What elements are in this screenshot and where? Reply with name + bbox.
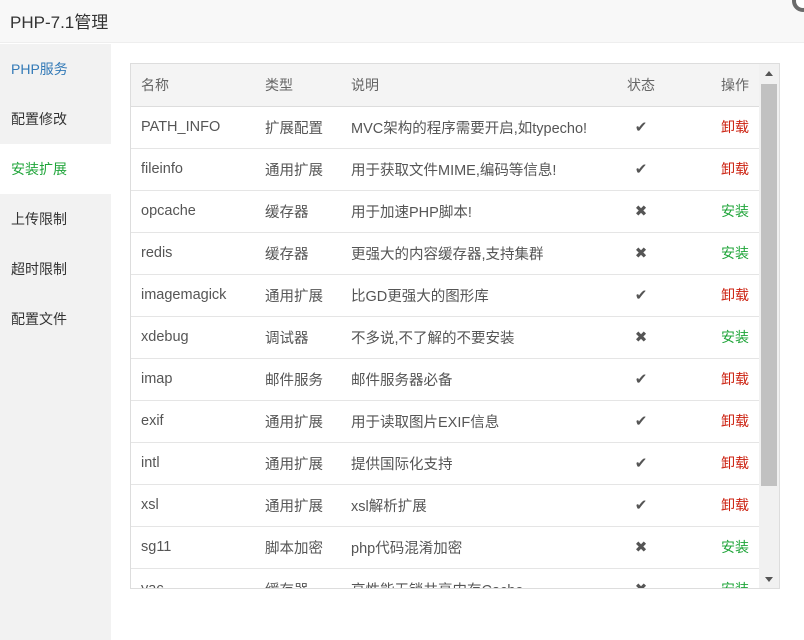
cell-name: xdebug bbox=[131, 316, 255, 359]
cell-name: fileinfo bbox=[131, 148, 255, 191]
table-row: sg11 脚本加密 php代码混淆加密 ✖ 安装 bbox=[131, 526, 759, 569]
cell-name: sg11 bbox=[131, 526, 255, 569]
check-icon: ✔ bbox=[634, 455, 648, 472]
dialog-title: PHP-7.1管理 bbox=[10, 13, 109, 32]
cell-type: 邮件服务 bbox=[255, 358, 341, 401]
scroll-thumb[interactable] bbox=[761, 84, 777, 486]
install-link[interactable]: 安装 bbox=[721, 581, 749, 588]
cross-icon: ✖ bbox=[635, 581, 648, 588]
scroll-down-icon[interactable] bbox=[759, 570, 779, 588]
cell-desc: 不多说,不了解的不要安装 bbox=[341, 316, 613, 359]
scroll-up-icon[interactable] bbox=[759, 64, 779, 84]
cell-type: 通用扩展 bbox=[255, 400, 341, 443]
cell-desc: 比GD更强大的图形库 bbox=[341, 274, 613, 317]
cell-name: redis bbox=[131, 232, 255, 275]
cell-name: xsl bbox=[131, 484, 255, 527]
check-icon: ✔ bbox=[634, 287, 648, 304]
sidebar-item-php-service[interactable]: PHP服务 bbox=[0, 44, 111, 94]
cell-type: 缓存器 bbox=[255, 190, 341, 233]
cell-desc: 邮件服务器必备 bbox=[341, 358, 613, 401]
table-row: xdebug 调试器 不多说,不了解的不要安装 ✖ 安装 bbox=[131, 316, 759, 359]
cell-type: 通用扩展 bbox=[255, 274, 341, 317]
sidebar-item-upload-limit[interactable]: 上传限制 bbox=[0, 194, 111, 244]
cell-desc: xsl解析扩展 bbox=[341, 484, 613, 527]
header-desc: 说明 bbox=[341, 64, 613, 107]
uninstall-link[interactable]: 卸载 bbox=[721, 413, 749, 429]
install-link[interactable]: 安装 bbox=[721, 329, 749, 345]
table-row: fileinfo 通用扩展 用于获取文件MIME,编码等信息! ✔ 卸载 bbox=[131, 148, 759, 191]
extensions-table-container: 名称 类型 说明 状态 操作 PATH_INFO 扩展配置 MVC架构的程序需要开启… bbox=[130, 63, 780, 589]
cell-name: intl bbox=[131, 442, 255, 485]
sidebar-item-install-extensions[interactable]: 安装扩展 bbox=[0, 144, 111, 194]
main-panel: 名称 类型 说明 状态 操作 PATH_INFO 扩展配置 MVC架构的程序需要开启… bbox=[111, 44, 804, 640]
cell-desc: 高性能无锁共享内存Cache bbox=[341, 568, 613, 588]
vertical-scrollbar[interactable] bbox=[759, 64, 779, 588]
install-link[interactable]: 安装 bbox=[721, 203, 749, 219]
cell-type: 通用扩展 bbox=[255, 484, 341, 527]
sidebar-item-config-file[interactable]: 配置文件 bbox=[0, 294, 111, 344]
uninstall-link[interactable]: 卸载 bbox=[721, 287, 749, 303]
cell-desc: 用于获取文件MIME,编码等信息! bbox=[341, 148, 613, 191]
cross-icon: ✖ bbox=[634, 329, 648, 346]
check-icon: ✔ bbox=[634, 413, 648, 430]
sidebar-item-config-edit[interactable]: 配置修改 bbox=[0, 94, 111, 144]
uninstall-link[interactable]: 卸载 bbox=[721, 161, 749, 177]
header-op: 操作 bbox=[669, 64, 759, 107]
cross-icon: ✖ bbox=[634, 203, 648, 220]
cross-icon: ✖ bbox=[634, 245, 648, 262]
cell-type: 通用扩展 bbox=[255, 148, 341, 191]
uninstall-link[interactable]: 卸载 bbox=[721, 119, 749, 135]
cell-name: yac bbox=[131, 568, 255, 588]
extensions-table-body: PATH_INFO 扩展配置 MVC架构的程序需要开启,如typecho! ✔ 卸载 fi… bbox=[131, 106, 759, 588]
cell-type: 脚本加密 bbox=[255, 526, 341, 569]
cell-name: imagemagick bbox=[131, 274, 255, 317]
cell-name: opcache bbox=[131, 190, 255, 233]
cell-desc: 用于加速PHP脚本! bbox=[341, 190, 613, 233]
table-header-row: 名称 类型 说明 状态 操作 bbox=[131, 64, 759, 107]
extensions-table: 名称 类型 说明 状态 操作 PATH_INFO 扩展配置 MVC架构的程序需要开启… bbox=[131, 64, 759, 588]
install-link[interactable]: 安装 bbox=[721, 245, 749, 261]
table-row: exif 通用扩展 用于读取图片EXIF信息 ✔ 卸载 bbox=[131, 400, 759, 443]
cell-desc: php代码混淆加密 bbox=[341, 526, 613, 569]
header-type: 类型 bbox=[255, 64, 341, 107]
cell-type: 调试器 bbox=[255, 316, 341, 359]
header-name: 名称 bbox=[131, 64, 255, 107]
cell-name: PATH_INFO bbox=[131, 106, 255, 149]
table-row: imagemagick 通用扩展 比GD更强大的图形库 ✔ 卸载 bbox=[131, 274, 759, 317]
cell-desc: 提供国际化支持 bbox=[341, 442, 613, 485]
check-icon: ✔ bbox=[634, 497, 648, 514]
cell-desc: 用于读取图片EXIF信息 bbox=[341, 400, 613, 443]
header-status: 状态 bbox=[613, 64, 669, 107]
check-icon: ✔ bbox=[634, 371, 648, 388]
table-row: yac缓存器高性能无锁共享内存Cache ✖ 安装 bbox=[131, 568, 759, 588]
sidebar-item-timeout-limit[interactable]: 超时限制 bbox=[0, 244, 111, 294]
cell-type: 缓存器 bbox=[255, 568, 341, 588]
uninstall-link[interactable]: 卸载 bbox=[721, 455, 749, 471]
cell-name: exif bbox=[131, 400, 255, 443]
cell-desc: MVC架构的程序需要开启,如typecho! bbox=[341, 106, 613, 149]
php-manage-dialog: PHP-7.1管理 PHP服务 配置修改 安装扩展 上传限制 超时限制 配置文件… bbox=[0, 0, 804, 640]
check-icon: ✔ bbox=[634, 161, 648, 178]
cross-icon: ✖ bbox=[634, 539, 648, 556]
sidebar-menu: PHP服务 配置修改 安装扩展 上传限制 超时限制 配置文件 bbox=[0, 44, 111, 640]
table-row: intl 通用扩展 提供国际化支持 ✔ 卸载 bbox=[131, 442, 759, 485]
table-row: opcache 缓存器 用于加速PHP脚本! ✖ 安装 bbox=[131, 190, 759, 233]
table-row: xsl 通用扩展 xsl解析扩展 ✔ 卸载 bbox=[131, 484, 759, 527]
table-row: imap 邮件服务 邮件服务器必备 ✔ 卸载 bbox=[131, 358, 759, 401]
cell-name: imap bbox=[131, 358, 255, 401]
table-row: PATH_INFO 扩展配置 MVC架构的程序需要开启,如typecho! ✔ 卸载 bbox=[131, 106, 759, 149]
cell-type: 扩展配置 bbox=[255, 106, 341, 149]
uninstall-link[interactable]: 卸载 bbox=[721, 497, 749, 513]
install-link[interactable]: 安装 bbox=[721, 539, 749, 555]
check-icon: ✔ bbox=[634, 119, 648, 136]
cell-type: 缓存器 bbox=[255, 232, 341, 275]
cell-desc: 更强大的内容缓存器,支持集群 bbox=[341, 232, 613, 275]
table-row: redis 缓存器 更强大的内容缓存器,支持集群 ✖ 安装 bbox=[131, 232, 759, 275]
cell-type: 通用扩展 bbox=[255, 442, 341, 485]
dialog-title-bar: PHP-7.1管理 bbox=[0, 0, 804, 43]
uninstall-link[interactable]: 卸载 bbox=[721, 371, 749, 387]
